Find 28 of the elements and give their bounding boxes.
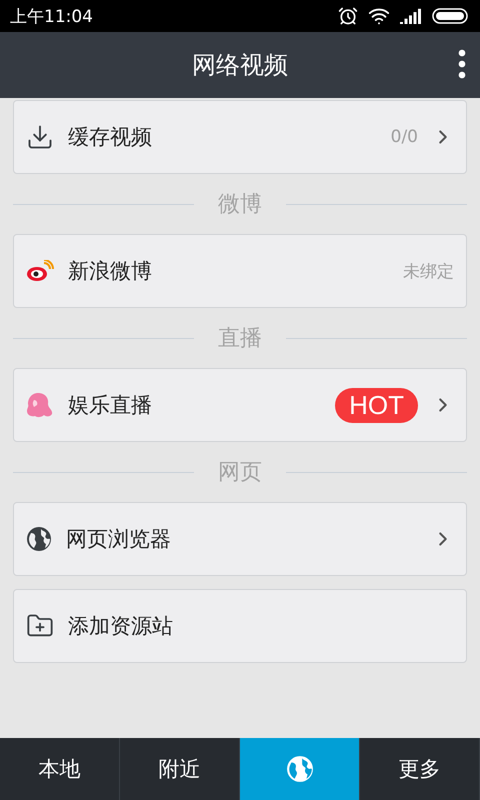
globe-icon [286,755,314,783]
page-title: 网络视频 [192,50,288,81]
list-item[interactable]: 新浪微博 未绑定 [13,234,467,308]
list-item[interactable]: 添加资源站 [13,589,467,663]
item-label: 缓存视频 [68,124,153,151]
item-label: 娱乐直播 [68,392,153,419]
battery-icon [432,8,470,24]
item-detail: 0/0 [390,127,418,147]
item-label: 添加资源站 [68,613,174,640]
section-heading: 直播 [218,325,262,353]
section-heading: 网页 [218,459,262,487]
list-item[interactable]: 缓存视频 0/0 [13,100,467,174]
item-label: 新浪微博 [68,258,153,285]
eye-icon [26,260,54,282]
item-detail: 未绑定 [403,260,454,282]
menu-icon[interactable] [458,49,466,79]
nav-tab[interactable] [240,738,360,800]
download-icon [26,123,54,151]
status-time: 上午11:04 [10,6,93,28]
list-item[interactable]: 娱乐直播 HOT [13,368,467,442]
alarm-icon [338,6,358,26]
hot-badge: HOT [335,388,418,422]
item-label: 网页浏览器 [66,526,172,553]
signal-icon [400,8,422,24]
globe-icon [26,526,52,552]
section-heading: 微博 [218,191,262,219]
woman-head-icon [26,392,54,418]
list-item[interactable]: 网页浏览器 [13,502,467,576]
